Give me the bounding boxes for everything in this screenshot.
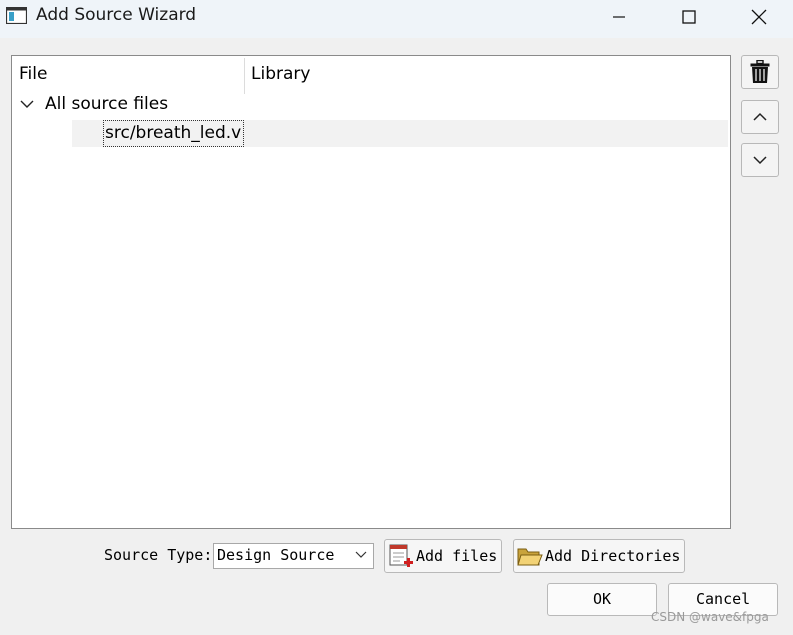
folder-icon (517, 548, 543, 566)
source-type-select[interactable]: Design Source (213, 543, 374, 569)
ok-label: OK (593, 590, 612, 608)
cancel-label: Cancel (696, 590, 751, 608)
title-bar: Add Source Wizard (0, 0, 793, 38)
trash-icon (750, 60, 770, 83)
close-button[interactable] (724, 0, 793, 34)
add-files-label: Add files (416, 547, 498, 565)
close-icon (751, 9, 767, 25)
watermark-text: CSDN @wave&fpga (651, 610, 769, 624)
tree-group-label: All source files (45, 94, 169, 114)
chevron-down-icon[interactable] (20, 98, 34, 110)
column-header-library[interactable]: Library (251, 64, 310, 84)
minimize-button[interactable] (584, 0, 654, 34)
add-file-icon (389, 544, 413, 567)
maximize-icon (682, 10, 696, 24)
file-name-cell[interactable]: src/breath_led.v (103, 120, 244, 147)
source-type-label: Source Type: (104, 546, 213, 564)
move-up-icon (753, 112, 767, 121)
add-files-button[interactable]: Add files (384, 539, 502, 573)
add-directories-button[interactable]: Add Directories (513, 539, 685, 573)
maximize-button[interactable] (654, 0, 724, 34)
move-down-button[interactable] (741, 143, 779, 177)
app-window-icon (6, 7, 27, 24)
column-header-file[interactable]: File (19, 64, 47, 84)
move-up-button[interactable] (741, 100, 779, 134)
remove-file-button[interactable] (741, 55, 779, 89)
ok-button[interactable]: OK (547, 583, 657, 616)
source-file-tree[interactable]: File Library All source files src/breath… (11, 55, 731, 529)
tree-group-all-source-files[interactable]: All source files (12, 94, 728, 118)
window-title: Add Source Wizard (36, 5, 197, 25)
add-directories-label: Add Directories (545, 547, 681, 565)
column-divider[interactable] (244, 58, 245, 94)
tree-file-row[interactable]: src/breath_led.v (72, 120, 728, 147)
move-down-icon (753, 156, 767, 165)
chevron-down-icon (355, 551, 367, 558)
source-type-value: Design Source (217, 546, 335, 564)
minimize-icon (613, 16, 625, 18)
